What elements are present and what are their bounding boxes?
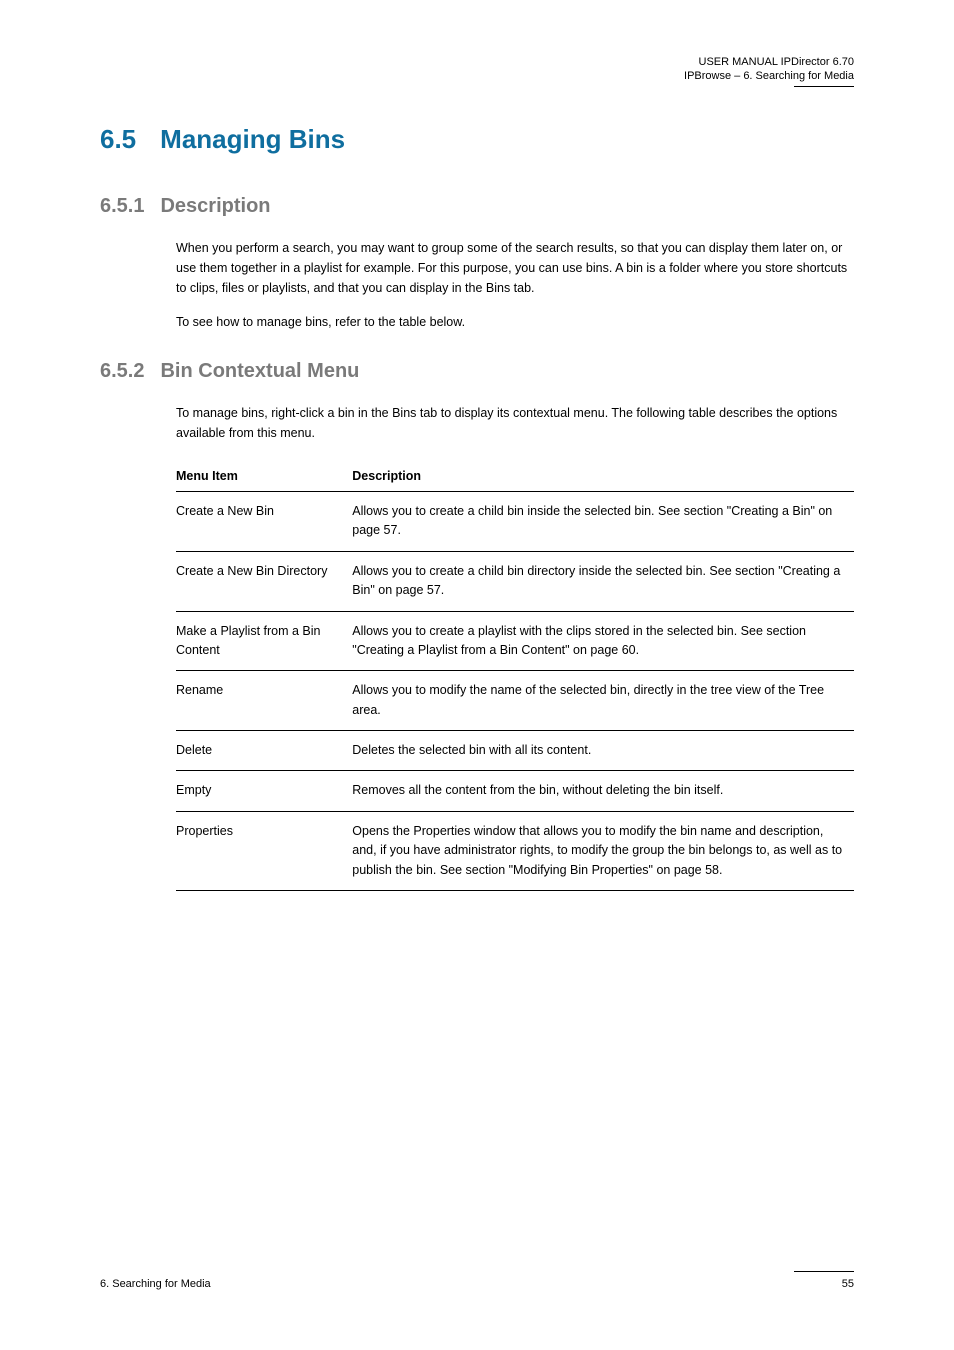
header-line-1: USER MANUAL IPDirector 6.70 [684, 56, 854, 68]
menu-item-description: Removes all the content from the bin, wi… [352, 771, 854, 811]
table-row: Create a New Bin Directory Allows you to… [176, 551, 854, 611]
table-row: Make a Playlist from a Bin Content Allow… [176, 611, 854, 671]
footer-rule [794, 1271, 854, 1272]
table-row: Empty Removes all the content from the b… [176, 771, 854, 811]
menu-item-name: Properties [176, 811, 352, 890]
page-header: USER MANUAL IPDirector 6.70 IPBrowse – 6… [684, 56, 854, 82]
menu-item-name: Delete [176, 731, 352, 771]
description-paragraph-1: When you perform a search, you may want … [176, 238, 854, 298]
menu-item-name: Empty [176, 771, 352, 811]
menu-item-description: Deletes the selected bin with all its co… [352, 731, 854, 771]
menu-item-description: Allows you to create a child bin inside … [352, 492, 854, 552]
subsection-number: 6.5.2 [100, 360, 144, 383]
table-row: Rename Allows you to modify the name of … [176, 671, 854, 731]
table-header-item: Menu Item [176, 461, 352, 492]
section-number: 6.5 [100, 124, 136, 155]
menu-item-name: Rename [176, 671, 352, 731]
subsection-title: Description [160, 195, 270, 218]
contextual-menu-intro: To manage bins, right-click a bin in the… [176, 403, 854, 443]
table-row: Delete Deletes the selected bin with all… [176, 731, 854, 771]
subsection-heading-description: 6.5.1 Description [100, 195, 854, 218]
footer-line: 6. Searching for Media 55 [100, 1278, 854, 1290]
section-title: Managing Bins [160, 124, 345, 155]
menu-item-description: Allows you to modify the name of the sel… [352, 671, 854, 731]
menu-item-description: Allows you to create a child bin directo… [352, 551, 854, 611]
table-row: Create a New Bin Allows you to create a … [176, 492, 854, 552]
table-row: Properties Opens the Properties window t… [176, 811, 854, 890]
footer-left: 6. Searching for Media [100, 1278, 211, 1290]
page-container: USER MANUAL IPDirector 6.70 IPBrowse – 6… [0, 0, 954, 1350]
page-footer: 6. Searching for Media 55 [0, 1271, 954, 1290]
menu-item-name: Create a New Bin [176, 492, 352, 552]
menu-item-description: Allows you to create a playlist with the… [352, 611, 854, 671]
subsection-title: Bin Contextual Menu [160, 360, 359, 383]
menu-item-description: Opens the Properties window that allows … [352, 811, 854, 890]
header-line-2: IPBrowse – 6. Searching for Media [684, 70, 854, 82]
footer-page-number: 55 [842, 1278, 854, 1290]
menu-item-name: Make a Playlist from a Bin Content [176, 611, 352, 671]
menu-item-name: Create a New Bin Directory [176, 551, 352, 611]
table-header-description: Description [352, 461, 854, 492]
table-header-row: Menu Item Description [176, 461, 854, 492]
menu-table: Menu Item Description Create a New Bin A… [176, 461, 854, 891]
subsection-number: 6.5.1 [100, 195, 144, 218]
description-paragraph-2: To see how to manage bins, refer to the … [176, 312, 854, 332]
subsection-heading-contextual-menu: 6.5.2 Bin Contextual Menu [100, 360, 854, 383]
section-heading: 6.5 Managing Bins [100, 124, 854, 155]
header-rule [794, 86, 854, 87]
